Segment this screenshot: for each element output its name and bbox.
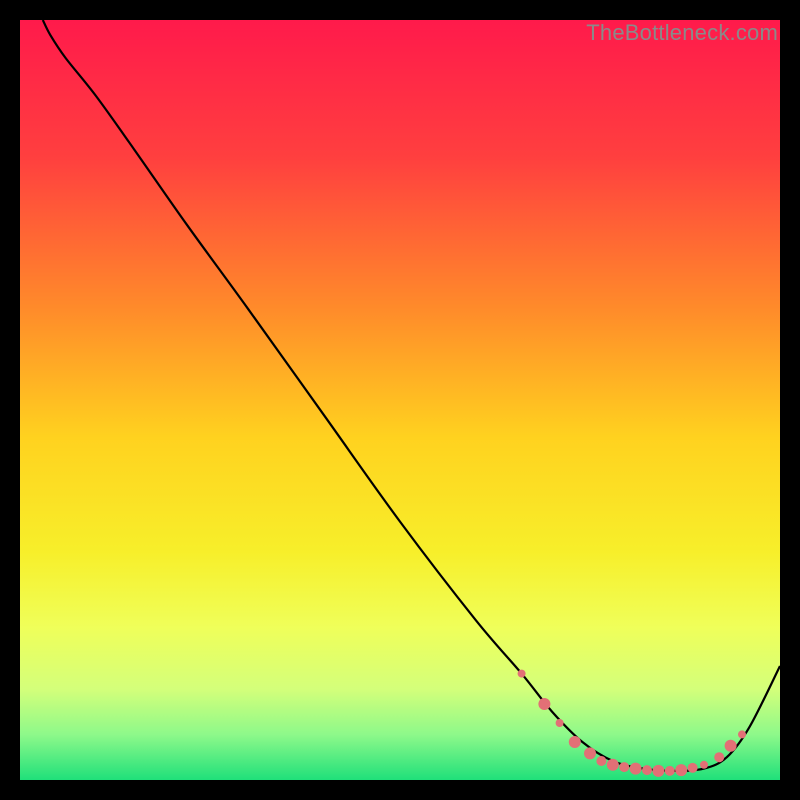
- marker-dot: [675, 764, 687, 776]
- marker-dot: [569, 736, 581, 748]
- marker-dot: [688, 763, 698, 773]
- marker-dot: [725, 740, 737, 752]
- marker-dot: [642, 765, 652, 775]
- marker-dot: [556, 719, 564, 727]
- marker-dot: [538, 698, 550, 710]
- chart-frame: TheBottleneck.com: [20, 20, 780, 780]
- marker-dot: [596, 756, 606, 766]
- marker-dot: [652, 765, 664, 777]
- marker-dot: [665, 766, 675, 776]
- marker-dot: [518, 670, 526, 678]
- marker-dot: [584, 747, 596, 759]
- chart-svg: [20, 20, 780, 780]
- marker-dot: [630, 763, 642, 775]
- marker-dot: [714, 752, 724, 762]
- gradient-background: [20, 20, 780, 780]
- marker-dot: [619, 762, 629, 772]
- marker-dot: [607, 759, 619, 771]
- marker-dot: [738, 730, 746, 738]
- marker-dot: [700, 761, 708, 769]
